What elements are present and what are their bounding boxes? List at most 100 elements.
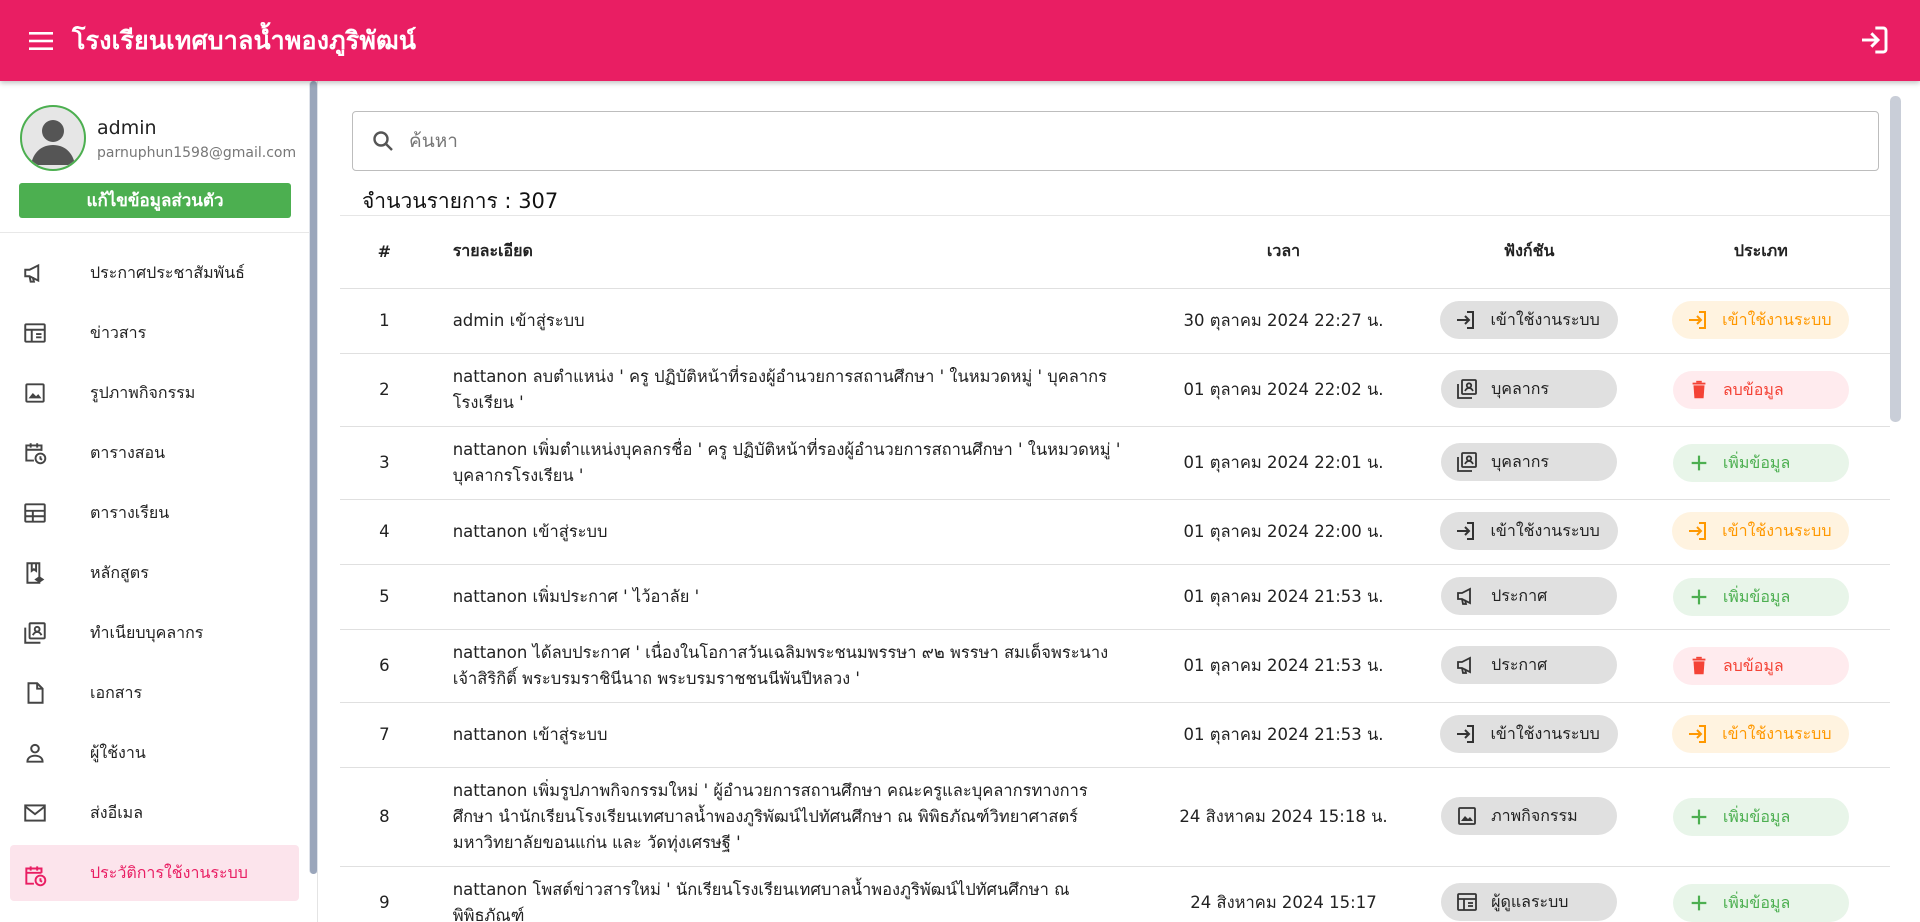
type-chip-add[interactable]: เพิ่มข้อมูล (1672, 883, 1849, 922)
header-num: # (340, 216, 429, 289)
row-number: 1 (340, 288, 429, 354)
sidebar-item-label: เอกสาร (90, 682, 143, 702)
search-input[interactable] (409, 130, 1809, 152)
megaphone-icon (22, 260, 48, 286)
function-chip[interactable]: เข้าใช้งานระบบ (1440, 715, 1618, 753)
row-detail: nattanon เข้าสู่ระบบ (428, 499, 1141, 565)
type-chip-delete[interactable]: ลบข้อมูล (1672, 370, 1849, 409)
row-detail: admin เข้าสู่ระบบ (428, 288, 1141, 354)
sidebar-item-5[interactable]: หลักสูตร (0, 543, 317, 603)
function-chip[interactable]: ผู้ดูแลระบบ (1441, 882, 1618, 921)
type-chip-label: เพิ่มข้อมูล (1722, 586, 1791, 606)
sidebar-item-2[interactable]: รูปภาพกิจกรรม (0, 363, 317, 423)
sidebar-item-0[interactable]: ประกาศประชาสัมพันธ์ (0, 243, 317, 303)
function-chip[interactable]: ประกาศ (1441, 645, 1618, 684)
sidebar-item-9[interactable]: ส่งอีเมล (0, 783, 317, 843)
function-chip[interactable]: เข้าใช้งานระบบ (1440, 512, 1618, 550)
row-number: 6 (340, 629, 429, 703)
row-time: 01 ตุลาคม 2024 21:53 น. (1140, 564, 1427, 630)
menu-icon[interactable] (22, 21, 62, 61)
login-icon (1686, 308, 1710, 332)
sidebar-item-1[interactable]: ข่าวสาร (0, 303, 317, 363)
type-chip-login[interactable]: เข้าใช้งานระบบ (1672, 301, 1850, 339)
sidebar-item-3[interactable]: ตารางสอน (0, 423, 317, 483)
row-type: เข้าใช้งานระบบ (1631, 702, 1890, 768)
plus-icon (1687, 805, 1711, 829)
function-chip[interactable]: บุคลากร (1441, 442, 1618, 481)
type-chip-login[interactable]: เข้าใช้งานระบบ (1672, 512, 1850, 550)
sidebar-item-label: หลักสูตร (90, 562, 149, 582)
row-type: ลบข้อมูล (1631, 629, 1890, 703)
file-icon (22, 680, 48, 706)
image-icon (1455, 804, 1479, 828)
function-chip[interactable]: ประกาศ (1441, 576, 1618, 615)
type-chip-label: ลบข้อมูล (1722, 655, 1784, 675)
function-chip[interactable]: บุคลากร (1441, 369, 1618, 408)
main-scrollbar[interactable] (1890, 96, 1901, 422)
newspaper-icon (22, 320, 48, 346)
profile-panel: admin parnuphun1598@gmail.com แก้ไขข้อมู… (0, 81, 317, 233)
sidebar-item-6[interactable]: ทำเนียบบุคลากร (0, 603, 317, 663)
type-chip-add[interactable]: เพิ่มข้อมูล (1672, 577, 1849, 616)
type-chip-delete[interactable]: ลบข้อมูล (1672, 646, 1849, 685)
row-number: 7 (340, 702, 429, 768)
table-row: 5 nattanon เพิ่มประกาศ ' ไว้อาลัย ' 01 ตุล… (340, 564, 1890, 630)
row-time: 01 ตุลาคม 2024 22:02 น. (1140, 353, 1427, 427)
row-detail: nattanon เพิ่มประกาศ ' ไว้อาลัย ' (428, 564, 1141, 630)
plus-icon (1687, 891, 1711, 915)
trash-icon (1687, 654, 1711, 678)
table-icon (22, 500, 48, 526)
table-row: 2 nattanon ลบตำแหน่ง ' ครู ปฏิบัติหน้าที่… (340, 353, 1890, 427)
row-detail: nattanon ได้ลบประกาศ ' เนื่องในโอกาสวันเ… (428, 629, 1141, 703)
megaphone-icon (1455, 584, 1479, 608)
table-row: 8 nattanon เพิ่มรูปภาพกิจกรรมใหม่ ' ผู้อำ… (340, 767, 1890, 867)
type-chip-add[interactable]: เพิ่มข้อมูล (1672, 443, 1849, 482)
logout-icon[interactable] (1854, 20, 1894, 60)
row-type: เพิ่มข้อมูล (1631, 564, 1890, 630)
image-icon (22, 380, 48, 406)
row-time: 01 ตุลาคม 2024 22:01 น. (1140, 426, 1427, 500)
sidebar-item-10[interactable]: ประวัติการใช้งานระบบ (10, 845, 299, 901)
header-type: ประเภท (1631, 216, 1890, 289)
row-time: 01 ตุลาคม 2024 21:53 น. (1140, 702, 1427, 768)
type-chip-label: เข้าใช้งานระบบ (1722, 310, 1832, 329)
plus-icon (1687, 585, 1711, 609)
search-icon (369, 127, 397, 155)
table-row: 3 nattanon เพิ่มตำแหน่งบุคลกรชื่อ ' ครู ป… (340, 426, 1890, 500)
row-function: ผู้ดูแลระบบ (1426, 866, 1632, 922)
type-chip-add[interactable]: เพิ่มข้อมูล (1672, 797, 1849, 836)
profile-name: admin (97, 117, 157, 139)
contacts-icon (1455, 377, 1479, 401)
sidebar-item-label: ส่งอีเมล (90, 802, 144, 822)
table-row: 1 admin เข้าสู่ระบบ 30 ตุลาคม 2024 22:27 น… (340, 288, 1890, 354)
sidebar-item-label: ประวัติการใช้งานระบบ (90, 862, 248, 882)
type-chip-login[interactable]: เข้าใช้งานระบบ (1672, 715, 1850, 753)
row-type: เพิ่มข้อมูล (1631, 426, 1890, 500)
row-function: บุคลากร (1426, 353, 1632, 427)
sidebar-item-7[interactable]: เอกสาร (0, 663, 317, 723)
sidebar-item-4[interactable]: ตารางเรียน (0, 483, 317, 543)
table-row: 9 nattanon โพสต์ข่าวสารใหม่ ' นักเรียนโรง… (340, 866, 1890, 922)
row-number: 3 (340, 426, 429, 500)
row-time: 24 สิงหาคม 2024 15:18 น. (1140, 767, 1427, 867)
row-detail: nattanon เพิ่มรูปภาพกิจกรรมใหม่ ' ผู้อำน… (428, 767, 1141, 867)
function-chip-label: บุคลากร (1491, 451, 1550, 471)
login-icon (1686, 722, 1710, 746)
function-chip-label: ประกาศ (1491, 654, 1548, 674)
function-chip[interactable]: เข้าใช้งานระบบ (1440, 301, 1618, 339)
type-chip-label: เข้าใช้งานระบบ (1722, 724, 1832, 743)
function-chip-label: ผู้ดูแลระบบ (1491, 891, 1569, 911)
row-detail: nattanon โพสต์ข่าวสารใหม่ ' นักเรียนโรงเ… (428, 866, 1141, 922)
row-time: 01 ตุลาคม 2024 21:53 น. (1140, 629, 1427, 703)
row-number: 2 (340, 353, 429, 427)
book-icon (22, 560, 48, 586)
login-icon (1454, 308, 1478, 332)
row-type: ลบข้อมูล (1631, 353, 1890, 427)
search-box[interactable] (352, 111, 1879, 171)
newspaper-icon (1455, 890, 1479, 914)
function-chip[interactable]: ภาพกิจกรรม (1441, 796, 1618, 835)
megaphone-icon (1455, 653, 1479, 677)
sidebar-item-8[interactable]: ผู้ใช้งาน (0, 723, 317, 783)
edit-profile-button[interactable]: แก้ไขข้อมูลส่วนตัว (19, 183, 291, 218)
sidebar-scrollbar[interactable] (309, 81, 318, 874)
